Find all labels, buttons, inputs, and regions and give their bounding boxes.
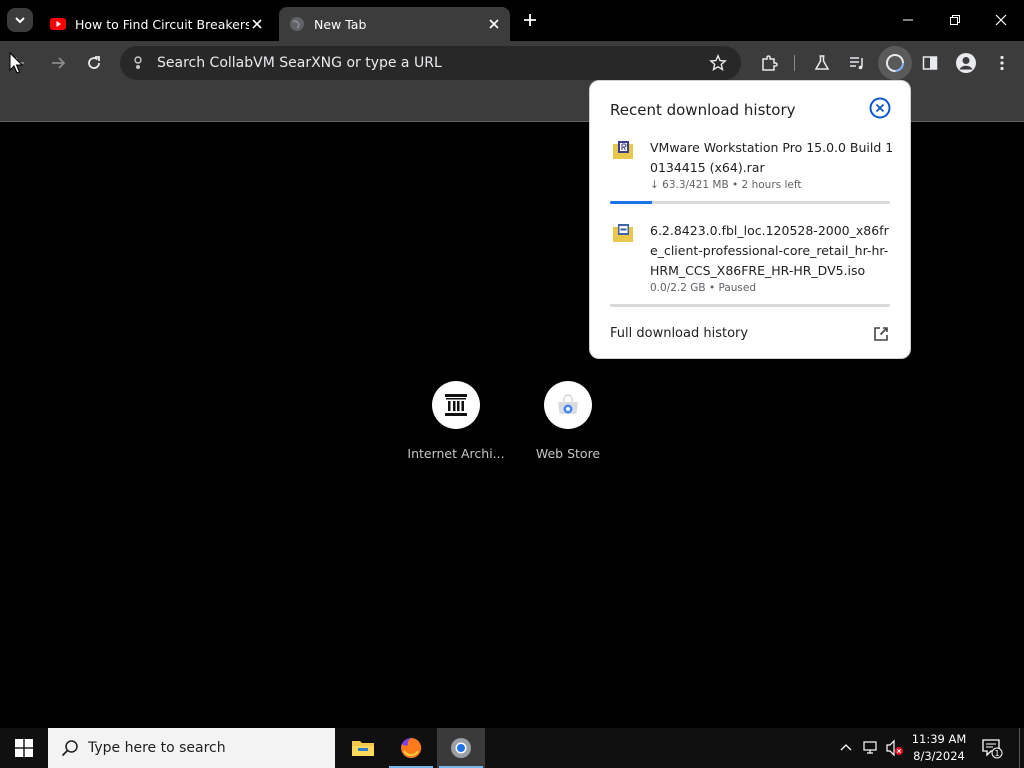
tab-title: New Tab [314,16,367,32]
downloads-button[interactable] [878,46,912,80]
iso-disc-icon [612,223,634,243]
flask-icon [814,55,830,70]
download-filename: VMware Workstation Pro 15.0.0 Build 1013… [650,140,894,175]
clock-time: 11:39 AM [911,732,967,746]
search-icon [61,740,78,757]
globe-icon [289,16,305,32]
browser-menu-button[interactable] [990,51,1014,75]
download-status: 0.0/2.2 GB • Paused [650,282,757,294]
download-filename: 6.2.8423.0.fbl_loc.120528-2000_x86fre_cl… [650,223,889,278]
chevron-up-icon [840,744,852,751]
kebab-menu-icon [1000,55,1004,71]
download-item[interactable]: 6.2.8423.0.fbl_loc.120528-2000_x86fre_cl… [610,221,892,309]
show-hidden-icons-button[interactable] [836,738,856,758]
youtube-icon [50,16,66,32]
avatar-icon [956,53,976,73]
tab-circuit-breakers[interactable]: How to Find Circuit Breakers / [40,7,273,41]
shortcut-internet-archive[interactable]: Internet Archi... [406,381,506,461]
tab-title: How to Find Circuit Breakers / [75,16,249,32]
system-clock[interactable]: 11:39 AM 8/3/2024 [905,731,973,765]
download-progress-bar [610,201,890,204]
browser-toolbar: Search CollabVM SearXNG or type a URL [0,41,1024,85]
download-bubble: Recent download history VMware Workstati… [589,80,911,359]
archive-icon [432,381,480,429]
extensions-button[interactable] [757,51,781,75]
minimize-icon [903,19,913,21]
labs-button[interactable] [810,51,834,75]
taskbar-search-placeholder: Type here to search [88,740,226,756]
close-icon [995,14,1007,26]
side-panel-icon [922,56,938,70]
media-controls-button[interactable] [845,51,869,75]
search-engine-icon[interactable] [128,53,148,73]
clock-date: 8/3/2024 [913,749,965,763]
close-tab-icon[interactable] [249,16,265,32]
chevron-down-icon [15,17,25,24]
reload-icon [88,56,100,69]
download-status: ↓ 63.3/421 MB • 2 hours left [650,179,802,191]
notification-count: 1 [994,749,999,758]
network-icon[interactable] [861,738,881,758]
download-bubble-title: Recent download history [610,101,796,119]
chrome-taskbar-button[interactable] [437,728,485,768]
toolbar-divider [794,55,795,71]
plus-icon [524,14,536,26]
folder-icon [352,741,374,756]
download-progress-icon [886,54,904,72]
restore-button[interactable] [943,8,967,32]
firefox-taskbar-button[interactable] [387,728,435,768]
tab-new-tab[interactable]: New Tab [279,7,510,41]
close-tab-icon[interactable] [486,16,502,32]
close-window-button[interactable] [989,8,1013,32]
omnibox-placeholder: Search CollabVM SearXNG or type a URL [157,55,442,71]
taskbar-search-box[interactable]: Type here to search [48,728,335,768]
download-progress-bar [610,304,890,307]
show-desktop-button[interactable] [1019,728,1024,768]
rar-archive-icon [612,140,634,160]
tab-strip: How to Find Circuit Breakers / New Tab [0,0,1024,41]
forward-arrow-icon [52,57,66,69]
address-bar[interactable]: Search CollabVM SearXNG or type a URL [120,46,741,80]
download-item[interactable]: VMware Workstation Pro 15.0.0 Build 1013… [610,138,894,204]
playlist-music-icon [850,57,863,70]
new-tab-button[interactable] [520,10,540,30]
file-explorer-taskbar-button[interactable] [339,728,387,768]
chrome-icon [451,738,471,758]
side-panel-button[interactable] [918,51,942,75]
start-button[interactable] [0,728,48,768]
shortcut-web-store[interactable]: Web Store [518,381,618,461]
shortcut-label: Internet Archi... [407,446,505,461]
mouse-cursor-icon [9,52,23,74]
tab-search-button[interactable] [7,8,33,32]
notification-center-icon[interactable]: 1 [980,736,1004,760]
minimize-button[interactable] [896,8,920,32]
profile-button[interactable] [954,51,978,75]
shortcut-label: Web Store [535,446,601,461]
webstore-icon [544,381,592,429]
close-icon[interactable] [869,97,891,119]
speaker-muted-icon[interactable] [885,738,905,758]
open-in-new-icon[interactable] [872,325,890,343]
bookmark-star-icon[interactable] [707,52,729,74]
firefox-icon [401,737,422,758]
download-progress-fill [610,201,652,204]
windows-logo-icon [15,739,33,757]
restore-icon [950,15,960,25]
taskbar: Type here to search 11:39 AM 8/3/2024 1 [0,728,1024,768]
reload-button[interactable] [82,51,106,75]
forward-button[interactable] [46,51,70,75]
puzzle-icon [762,55,778,71]
full-download-history-link[interactable]: Full download history [610,326,748,341]
